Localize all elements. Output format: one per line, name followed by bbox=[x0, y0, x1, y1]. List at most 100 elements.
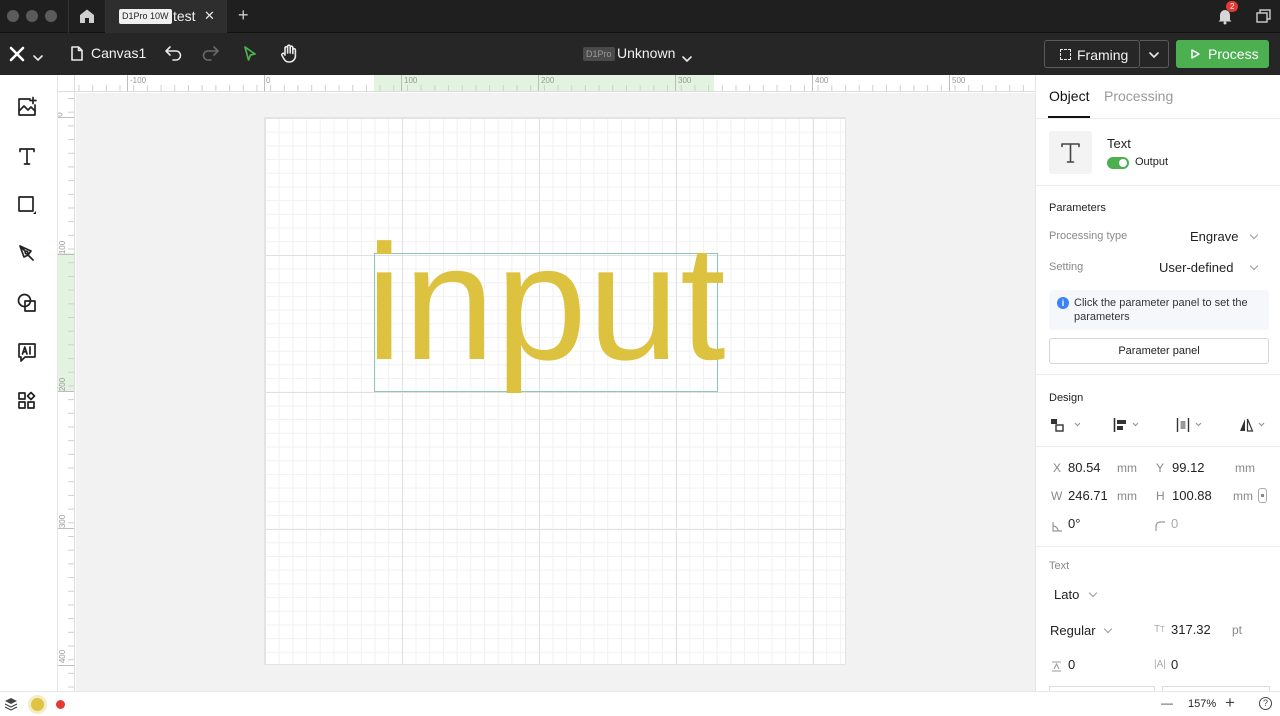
line-spacing-input[interactable]: 0 bbox=[1068, 657, 1075, 672]
zoom-level[interactable]: 157% bbox=[1188, 698, 1216, 710]
chevron-down-icon[interactable] bbox=[1249, 230, 1259, 240]
y-label: Y bbox=[1156, 461, 1165, 475]
text-object-icon bbox=[1049, 131, 1092, 174]
distribute-icon[interactable] bbox=[1176, 418, 1206, 437]
hand-tool-icon[interactable] bbox=[280, 44, 298, 68]
tab-close-icon[interactable]: ✕ bbox=[204, 8, 215, 24]
setting-select[interactable]: User-defined bbox=[1159, 260, 1233, 275]
ruler-tick-label: 100 bbox=[58, 240, 68, 255]
ai-tool-icon[interactable] bbox=[16, 341, 38, 363]
w-input[interactable]: 246.71 bbox=[1068, 488, 1108, 503]
shape-tool-icon[interactable] bbox=[16, 194, 38, 216]
close-window-button[interactable] bbox=[7, 10, 19, 22]
main-toolbar: Canvas1 D1Pro Unknown Framing Process bbox=[0, 33, 1280, 75]
window-stack-icon[interactable] bbox=[1256, 9, 1271, 23]
flip-icon[interactable] bbox=[1239, 418, 1269, 437]
status-bar: — 157% + ? bbox=[0, 691, 1280, 716]
tab-title: test bbox=[173, 8, 196, 24]
y-unit: mm bbox=[1235, 461, 1255, 475]
parameter-panel-label: Parameter panel bbox=[1118, 345, 1200, 357]
ruler-tick-label: 200 bbox=[58, 377, 68, 392]
help-button[interactable]: ? bbox=[1259, 697, 1272, 710]
device-model-badge: D1Pro bbox=[583, 47, 615, 61]
apps-icon[interactable] bbox=[16, 390, 38, 412]
info-text: Click the parameter panel to set the par… bbox=[1074, 297, 1248, 323]
canvas-workarea[interactable]: input bbox=[76, 93, 1035, 691]
x-label: X bbox=[1053, 461, 1062, 475]
new-tab-button[interactable]: + bbox=[238, 5, 249, 26]
corner-radius-input[interactable]: 0 bbox=[1171, 516, 1178, 531]
app-logo-icon[interactable] bbox=[9, 46, 25, 62]
info-icon: i bbox=[1057, 297, 1069, 309]
line-spacing-icon bbox=[1051, 659, 1062, 677]
minimize-window-button[interactable] bbox=[26, 10, 38, 22]
device-dropdown-chevron-icon[interactable] bbox=[682, 50, 692, 68]
font-size-input[interactable]: 317.32 bbox=[1171, 622, 1211, 637]
font-size-unit: pt bbox=[1232, 623, 1243, 637]
status-indicator-red bbox=[56, 700, 65, 709]
ruler-tick-label: 0 bbox=[58, 112, 65, 116]
font-select[interactable]: Lato bbox=[1054, 587, 1079, 602]
redo-icon[interactable] bbox=[202, 45, 220, 66]
align-left-icon[interactable] bbox=[1113, 418, 1143, 437]
toggle-knob bbox=[1119, 159, 1127, 167]
y-input[interactable]: 99.12 bbox=[1172, 460, 1205, 475]
panel-divider bbox=[1036, 546, 1280, 547]
framing-button[interactable]: Framing bbox=[1044, 40, 1140, 68]
h-input[interactable]: 100.88 bbox=[1172, 488, 1212, 503]
font-style-select[interactable]: Regular bbox=[1050, 623, 1096, 638]
pen-tool-icon[interactable] bbox=[16, 243, 38, 265]
text-heading: Text bbox=[1049, 560, 1070, 572]
rotation-input[interactable]: 0° bbox=[1068, 516, 1080, 531]
text-tool-icon[interactable] bbox=[16, 145, 38, 167]
select-tool-icon[interactable] bbox=[242, 45, 258, 68]
corner-radius-icon bbox=[1155, 519, 1166, 537]
maximize-window-button[interactable] bbox=[45, 10, 57, 22]
chevron-down-icon bbox=[1149, 52, 1159, 58]
app-menu-chevron-icon[interactable] bbox=[33, 49, 43, 67]
arrange-icon[interactable] bbox=[1050, 418, 1081, 437]
x-input[interactable]: 80.54 bbox=[1068, 460, 1101, 475]
zoom-out-button[interactable]: — bbox=[1161, 696, 1173, 710]
combine-shapes-icon[interactable] bbox=[16, 292, 38, 314]
ruler-tick-label: 0 bbox=[266, 76, 271, 85]
device-status-label[interactable]: Unknown bbox=[617, 45, 675, 61]
w-unit: mm bbox=[1117, 489, 1137, 503]
canvas-name[interactable]: Canvas1 bbox=[91, 45, 146, 61]
tab-object[interactable]: Object bbox=[1049, 88, 1089, 104]
left-tool-sidebar bbox=[0, 75, 58, 691]
add-image-icon[interactable] bbox=[16, 96, 38, 118]
undo-icon[interactable] bbox=[164, 45, 182, 66]
notification-count-badge: 2 bbox=[1226, 1, 1239, 12]
zoom-in-button[interactable]: + bbox=[1225, 693, 1235, 713]
tab-divider bbox=[68, 0, 69, 33]
left-ruler: 0 100 200 300 400 bbox=[58, 92, 75, 691]
panel-divider bbox=[1036, 446, 1280, 447]
parameter-panel-button[interactable]: Parameter panel bbox=[1049, 338, 1269, 364]
processing-type-label: Processing type bbox=[1049, 230, 1128, 242]
ruler-tick-label: 400 bbox=[58, 649, 68, 664]
home-icon[interactable] bbox=[78, 8, 96, 24]
ruler-tick-label: 200 bbox=[541, 76, 555, 85]
tab-test[interactable]: D1Pro 10W test ✕ bbox=[106, 0, 226, 33]
process-button[interactable]: Process bbox=[1176, 40, 1269, 68]
process-label: Process bbox=[1208, 46, 1259, 62]
chevron-down-icon[interactable] bbox=[1249, 261, 1259, 271]
lock-ratio-icon[interactable] bbox=[1258, 488, 1267, 503]
output-toggle[interactable] bbox=[1107, 157, 1129, 169]
processing-type-select[interactable]: Engrave bbox=[1190, 229, 1238, 244]
notification-bell-icon[interactable]: 2 bbox=[1216, 1, 1239, 25]
tab-divider bbox=[226, 0, 227, 33]
chevron-down-icon[interactable] bbox=[1088, 588, 1098, 598]
layers-icon[interactable] bbox=[4, 697, 18, 716]
panel-divider bbox=[1036, 118, 1280, 119]
framing-label: Framing bbox=[1077, 47, 1129, 63]
framing-options-button[interactable] bbox=[1140, 40, 1169, 68]
canvas-text-object[interactable]: input bbox=[366, 221, 727, 385]
device-badge: D1Pro 10W bbox=[119, 9, 172, 24]
tab-processing[interactable]: Processing bbox=[1104, 88, 1173, 104]
ruler-tick-label: 100 bbox=[404, 76, 418, 85]
letter-spacing-input[interactable]: 0 bbox=[1171, 657, 1178, 672]
object-type-label: Text bbox=[1107, 136, 1131, 151]
chevron-down-icon[interactable] bbox=[1103, 624, 1113, 634]
